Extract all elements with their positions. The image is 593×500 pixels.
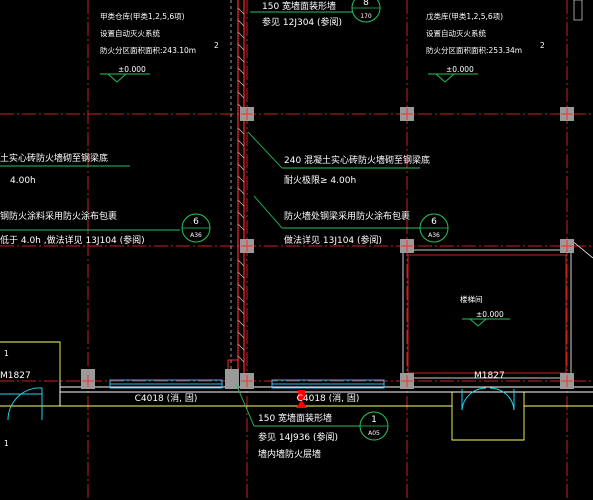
elevation-marker-icon: [469, 318, 487, 327]
detail-bubble-number: 1: [371, 415, 377, 425]
elevation-markers: [107, 73, 510, 327]
door-right: [461, 387, 515, 411]
detail-bubble-number: 6: [431, 217, 437, 227]
detail-bubble-center: 6 A36: [419, 213, 449, 243]
note-line: 4.00h: [10, 176, 36, 186]
top-right-note: 戊类库(甲类1,2,5,6项) 设置自动灭火系统 防火分区面积面积:253.34…: [426, 11, 545, 74]
elevation-label: ±0.000: [446, 65, 474, 74]
column-cross-marks: [82, 108, 573, 387]
elevation-label: ±0.000: [118, 65, 146, 74]
detail-bubble-number: 8: [363, 0, 369, 8]
door-left: [0, 387, 43, 421]
note-line: 防火分区面积面积:243.10m: [100, 45, 196, 55]
door-label-right: M1827: [474, 371, 505, 381]
bottom-note: 150 宽墙面装形墙 参见 14J936 (参阅) 墙内墙防火层墙: [258, 412, 338, 460]
note-line: 设置自动灭火系统: [426, 28, 486, 38]
detail-bubble-top: 8 170: [351, 0, 381, 23]
room-name: 楼梯间: [460, 294, 483, 304]
note-line: 防火墙处钢梁采用防火涂布包裹: [284, 210, 410, 222]
exterior-walls: [0, 341, 593, 441]
note-line: 150 宽墙面装形墙: [258, 412, 332, 424]
elevation-marker-icon: [107, 73, 127, 83]
note-line: 甲类仓库(甲类1,2,5,6项): [100, 11, 185, 21]
top-left-note: 甲类仓库(甲类1,2,5,6项) 设置自动灭火系统 防火分区面积面积:243.1…: [100, 11, 219, 74]
top-center-note: 150 宽墙面装形墙 参见 12J304 (参阅): [262, 0, 342, 28]
note-line: 钢防火涂料采用防火涂布包裹: [0, 210, 117, 222]
stair-room-walls: [402, 239, 593, 379]
note-line: 做法详见 13J104 (参阅): [284, 234, 382, 246]
note-line: 戊类库(甲类1,2,5,6项): [426, 11, 503, 21]
window-label-left: C4018 (消, 固): [135, 392, 198, 404]
note-line: 150 宽墙面装形墙: [262, 0, 336, 12]
far-left-label-lower: 1: [4, 439, 9, 448]
elevation-label: ±0.000: [476, 310, 504, 319]
detail-bubble-sheet: A36: [190, 232, 202, 239]
detail-bubble-sheet: A05: [368, 430, 380, 437]
note-line: 参见 12J304 (参阅): [262, 16, 342, 28]
detail-bubble-left: 6 A36: [181, 213, 211, 243]
note-line: 墙内墙防火层墙: [258, 448, 321, 460]
window-label-center: C4018 (消, 固): [297, 392, 360, 404]
far-left-label: 1: [4, 349, 9, 358]
note-line: 设置自动灭火系统: [100, 28, 160, 38]
detail-bubble-number: 6: [193, 217, 199, 227]
edge-frame: [573, 0, 583, 21]
note-line: 防火分区面积面积:253.34m: [426, 45, 522, 55]
note-line: 240 混凝土实心砖防火墙砌至钢梁底: [284, 154, 430, 166]
note-index: 2: [540, 41, 545, 50]
columns: [81, 107, 574, 389]
detail-bubble-sheet: A36: [428, 232, 440, 239]
detail-bubble-bottom: 1 A05: [359, 411, 389, 441]
cad-drawing-canvas: 6 A36 6 A36 1 A05 8 170 甲类仓库(甲类1,2,5,6项)…: [0, 0, 593, 500]
elevation-marker-icon: [435, 73, 455, 83]
note-line: 参见 14J936 (参阅): [258, 431, 338, 443]
note-line: 耐火极限≥ 4.00h: [284, 174, 356, 186]
note-line: 低于 4.0h ,做法详见 13J104 (参阅): [0, 234, 145, 246]
note-line: 土实心砖防火墙砌至钢梁底: [0, 152, 108, 164]
note-index: 2: [214, 41, 219, 50]
firewall: [227, 0, 245, 385]
door-label-left: M1827: [0, 371, 31, 381]
detail-bubble-sheet: 170: [360, 13, 372, 20]
stair-room-label: 楼梯间 ±0.000: [460, 294, 504, 319]
